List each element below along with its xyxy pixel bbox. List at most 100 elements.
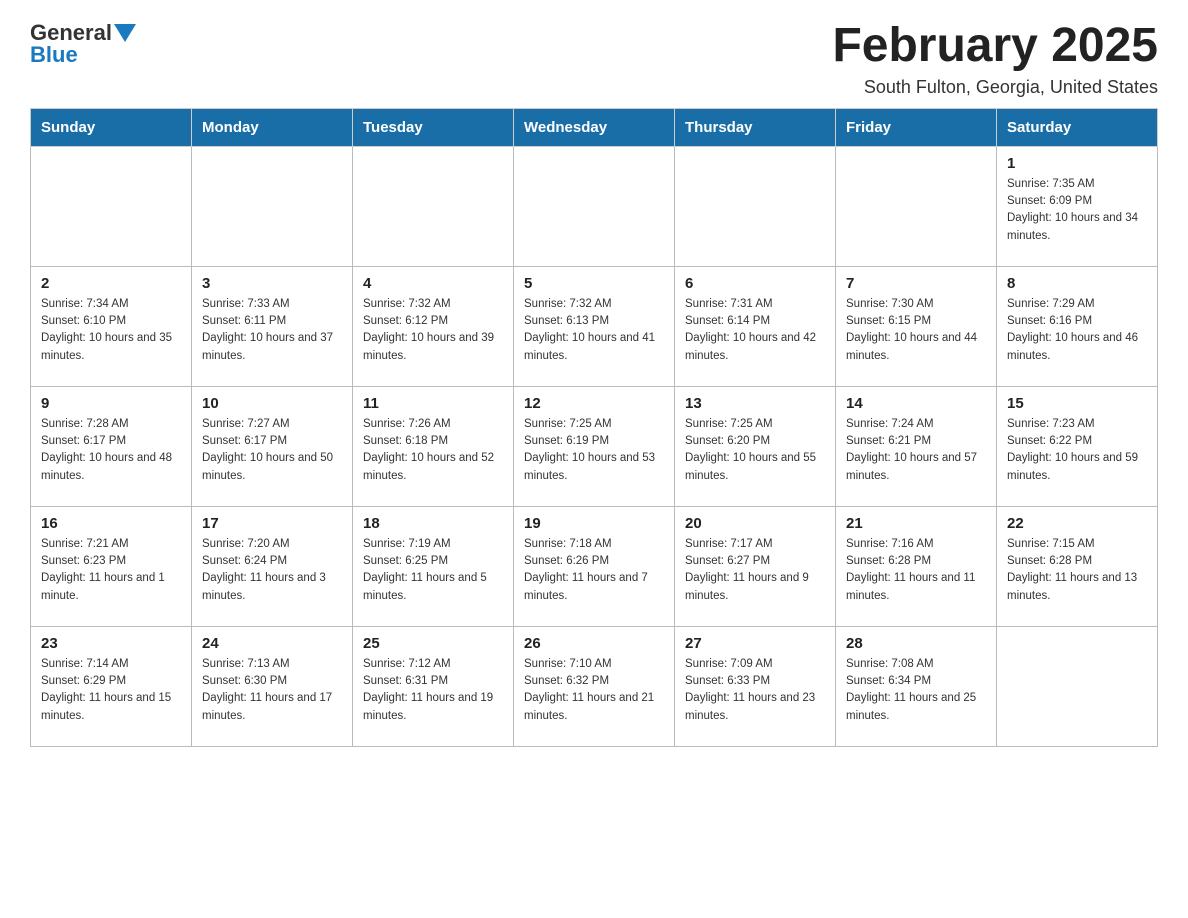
day-info: Sunrise: 7:16 AMSunset: 6:28 PMDaylight:… <box>846 536 986 605</box>
calendar-cell: 12Sunrise: 7:25 AMSunset: 6:19 PMDayligh… <box>514 386 675 506</box>
day-info: Sunrise: 7:33 AMSunset: 6:11 PMDaylight:… <box>202 296 342 365</box>
sunrise-text: Sunrise: 7:13 AM <box>202 656 342 673</box>
day-info: Sunrise: 7:19 AMSunset: 6:25 PMDaylight:… <box>363 536 503 605</box>
day-number: 23 <box>41 635 181 652</box>
day-info: Sunrise: 7:29 AMSunset: 6:16 PMDaylight:… <box>1007 296 1147 365</box>
calendar-cell: 13Sunrise: 7:25 AMSunset: 6:20 PMDayligh… <box>675 386 836 506</box>
day-number: 4 <box>363 275 503 292</box>
sunset-text: Sunset: 6:28 PM <box>1007 553 1147 570</box>
day-info: Sunrise: 7:32 AMSunset: 6:12 PMDaylight:… <box>363 296 503 365</box>
calendar-cell <box>192 146 353 266</box>
day-number: 22 <box>1007 515 1147 532</box>
day-number: 25 <box>363 635 503 652</box>
header-saturday: Saturday <box>997 108 1158 146</box>
day-number: 26 <box>524 635 664 652</box>
daylight-text: Daylight: 10 hours and 46 minutes. <box>1007 330 1147 365</box>
day-info: Sunrise: 7:27 AMSunset: 6:17 PMDaylight:… <box>202 416 342 485</box>
daylight-text: Daylight: 10 hours and 39 minutes. <box>363 330 503 365</box>
daylight-text: Daylight: 11 hours and 13 minutes. <box>1007 570 1147 605</box>
calendar-cell <box>836 146 997 266</box>
daylight-text: Daylight: 11 hours and 5 minutes. <box>363 570 503 605</box>
calendar-cell: 18Sunrise: 7:19 AMSunset: 6:25 PMDayligh… <box>353 506 514 626</box>
sunrise-text: Sunrise: 7:27 AM <box>202 416 342 433</box>
calendar-cell: 16 Sunrise: 7:21 AMSunset: 6:23 PMDayligh… <box>31 506 192 626</box>
daylight-text: Daylight: 10 hours and 48 minutes. <box>41 450 181 485</box>
calendar-cell: 28Sunrise: 7:08 AMSunset: 6:34 PMDayligh… <box>836 626 997 746</box>
header-sunday: Sunday <box>31 108 192 146</box>
calendar-cell: 4 Sunrise: 7:32 AMSunset: 6:12 PMDaylight… <box>353 266 514 386</box>
sunset-text: Sunset: 6:23 PM <box>41 553 181 570</box>
day-info: Sunrise: 7:10 AMSunset: 6:32 PMDaylight:… <box>524 656 664 725</box>
calendar-week-row: 1Sunrise: 7:35 AMSunset: 6:09 PMDaylight… <box>31 146 1158 266</box>
sunset-text: Sunset: 6:12 PM <box>363 313 503 330</box>
header-friday: Friday <box>836 108 997 146</box>
sunrise-text: Sunrise: 7:15 AM <box>1007 536 1147 553</box>
sunrise-text: Sunrise: 7:29 AM <box>1007 296 1147 313</box>
daylight-text: Daylight: 10 hours and 57 minutes. <box>846 450 986 485</box>
daylight-text: Daylight: 11 hours and 19 minutes. <box>363 690 503 725</box>
daylight-text: Daylight: 11 hours and 11 minutes. <box>846 570 986 605</box>
day-number: 19 <box>524 515 664 532</box>
calendar-cell: 14Sunrise: 7:24 AMSunset: 6:21 PMDayligh… <box>836 386 997 506</box>
calendar-cell: 6Sunrise: 7:31 AMSunset: 6:14 PMDaylight… <box>675 266 836 386</box>
sunrise-text: Sunrise: 7:25 AM <box>685 416 825 433</box>
calendar-cell: 21Sunrise: 7:16 AMSunset: 6:28 PMDayligh… <box>836 506 997 626</box>
sunset-text: Sunset: 6:13 PM <box>524 313 664 330</box>
sunset-text: Sunset: 6:28 PM <box>846 553 986 570</box>
sunrise-text: Sunrise: 7:16 AM <box>846 536 986 553</box>
daylight-text: Daylight: 10 hours and 37 minutes. <box>202 330 342 365</box>
calendar-cell <box>514 146 675 266</box>
sunrise-text: Sunrise: 7:24 AM <box>846 416 986 433</box>
day-info: Sunrise: 7:15 AMSunset: 6:28 PMDaylight:… <box>1007 536 1147 605</box>
daylight-text: Daylight: 11 hours and 15 minutes. <box>41 690 181 725</box>
sunset-text: Sunset: 6:30 PM <box>202 673 342 690</box>
page-title: February 2025 <box>832 20 1158 73</box>
day-info: Sunrise: 7:21 AMSunset: 6:23 PMDaylight:… <box>41 536 181 605</box>
sunrise-text: Sunrise: 7:10 AM <box>524 656 664 673</box>
sunrise-text: Sunrise: 7:09 AM <box>685 656 825 673</box>
day-number: 16 <box>41 515 181 532</box>
calendar-cell <box>675 146 836 266</box>
day-info: Sunrise: 7:28 AMSunset: 6:17 PMDaylight:… <box>41 416 181 485</box>
day-info: Sunrise: 7:20 AMSunset: 6:24 PMDaylight:… <box>202 536 342 605</box>
day-number: 8 <box>1007 275 1147 292</box>
sunset-text: Sunset: 6:09 PM <box>1007 193 1147 210</box>
sunrise-text: Sunrise: 7:14 AM <box>41 656 181 673</box>
daylight-text: Daylight: 11 hours and 7 minutes. <box>524 570 664 605</box>
daylight-text: Daylight: 10 hours and 55 minutes. <box>685 450 825 485</box>
day-info: Sunrise: 7:14 AMSunset: 6:29 PMDaylight:… <box>41 656 181 725</box>
daylight-text: Daylight: 10 hours and 53 minutes. <box>524 450 664 485</box>
calendar-cell: 9 Sunrise: 7:28 AMSunset: 6:17 PMDaylight… <box>31 386 192 506</box>
sunrise-text: Sunrise: 7:08 AM <box>846 656 986 673</box>
day-number: 27 <box>685 635 825 652</box>
sunset-text: Sunset: 6:16 PM <box>1007 313 1147 330</box>
calendar-cell: 23 Sunrise: 7:14 AMSunset: 6:29 PMDayligh… <box>31 626 192 746</box>
calendar-cell: 22 Sunrise: 7:15 AMSunset: 6:28 PMDayligh… <box>997 506 1158 626</box>
calendar-week-row: 16Sunrise: 7:21 AMSunset: 6:23 PMDayligh… <box>31 506 1158 626</box>
calendar-cell: 11Sunrise: 7:26 AMSunset: 6:18 PMDayligh… <box>353 386 514 506</box>
day-number: 9 <box>41 395 181 412</box>
day-info: Sunrise: 7:25 AMSunset: 6:19 PMDaylight:… <box>524 416 664 485</box>
calendar-week-row: 9 Sunrise: 7:28 AMSunset: 6:17 PMDaylight… <box>31 386 1158 506</box>
page-header: General Blue February 2025 South Fulton,… <box>30 20 1158 98</box>
header-thursday: Thursday <box>675 108 836 146</box>
calendar-week-row: 2Sunrise: 7:34 AMSunset: 6:10 PMDaylight… <box>31 266 1158 386</box>
sunrise-text: Sunrise: 7:21 AM <box>41 536 181 553</box>
calendar-cell: 17Sunrise: 7:20 AMSunset: 6:24 PMDayligh… <box>192 506 353 626</box>
day-info: Sunrise: 7:35 AMSunset: 6:09 PMDaylight:… <box>1007 176 1147 245</box>
sunrise-text: Sunrise: 7:33 AM <box>202 296 342 313</box>
calendar-cell: 25Sunrise: 7:12 AMSunset: 6:31 PMDayligh… <box>353 626 514 746</box>
title-block: February 2025 South Fulton, Georgia, Uni… <box>832 20 1158 98</box>
sunrise-text: Sunrise: 7:26 AM <box>363 416 503 433</box>
sunrise-text: Sunrise: 7:20 AM <box>202 536 342 553</box>
calendar-cell: 2Sunrise: 7:34 AMSunset: 6:10 PMDaylight… <box>31 266 192 386</box>
sunset-text: Sunset: 6:14 PM <box>685 313 825 330</box>
day-number: 14 <box>846 395 986 412</box>
sunset-text: Sunset: 6:26 PM <box>524 553 664 570</box>
calendar-cell: 15Sunrise: 7:23 AMSunset: 6:22 PMDayligh… <box>997 386 1158 506</box>
sunrise-text: Sunrise: 7:12 AM <box>363 656 503 673</box>
day-number: 2 <box>41 275 181 292</box>
calendar-cell: 10Sunrise: 7:27 AMSunset: 6:17 PMDayligh… <box>192 386 353 506</box>
calendar-cell: 20Sunrise: 7:17 AMSunset: 6:27 PMDayligh… <box>675 506 836 626</box>
daylight-text: Daylight: 10 hours and 50 minutes. <box>202 450 342 485</box>
